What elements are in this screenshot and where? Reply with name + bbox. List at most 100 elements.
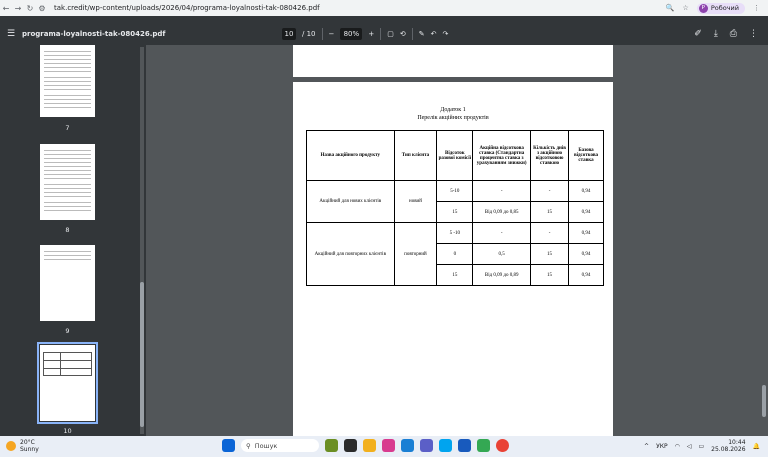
table-cell: 15 <box>530 264 570 286</box>
zoom-icon[interactable]: 🔍 <box>666 4 675 12</box>
start-icon[interactable] <box>222 439 235 452</box>
client-type-cell: новий <box>393 180 438 223</box>
widget-app-icon[interactable] <box>325 439 338 452</box>
products-table: Назва акційного продукту Тип клієнта Від… <box>306 130 604 286</box>
site-info-icon[interactable]: ⚙ <box>36 4 48 13</box>
header-cell: Назва акційного продукту <box>306 130 395 181</box>
divider <box>380 28 382 40</box>
table-cell: Від 0,09 до 0,89 <box>472 264 532 286</box>
table-cell: - <box>530 222 570 244</box>
language-indicator[interactable]: УКР <box>656 443 668 450</box>
table-cell: 0,94 <box>568 243 604 265</box>
undo-icon[interactable]: ↶ <box>431 30 437 38</box>
table-cell: Від 0,09 до 0,85 <box>472 201 532 223</box>
profile-button[interactable]: Р Робочий <box>696 2 745 14</box>
list-title: Перелік акційних продуктів <box>417 115 489 121</box>
back-icon[interactable]: ← <box>0 4 12 13</box>
table-cell: 15 <box>436 201 474 223</box>
header-cell: Тип клієнта <box>393 130 438 181</box>
thumbnail-page-10[interactable] <box>37 342 98 424</box>
thumbnail-page-8[interactable] <box>40 144 95 220</box>
url-domain: tak.credit <box>54 4 88 12</box>
system-tray: ^ УКР ◠ ◁ ▭ 10:44 25.08.2026 🔔 <box>644 439 760 453</box>
address-bar: ← → ↻ ⚙ tak.credit/wp-content/uploads/20… <box>0 0 768 16</box>
search-placeholder: Пошук <box>254 441 278 450</box>
bar-divider <box>0 16 768 23</box>
rotate-icon[interactable]: ⟲ <box>400 30 406 38</box>
table-row: Акційний для нових клієнтів новий 5-10 -… <box>306 180 604 223</box>
table-cell: - <box>472 180 532 202</box>
download-icon[interactable]: ⤓ <box>714 29 718 39</box>
zoom-out-icon[interactable]: − <box>329 30 335 38</box>
document-scrollbar[interactable] <box>762 385 766 417</box>
file-explorer-icon[interactable] <box>363 439 376 452</box>
battery-icon[interactable]: ▭ <box>698 443 704 450</box>
table-cell: 0,5 <box>472 243 532 265</box>
notification-bell-icon[interactable]: 🔔 <box>753 443 760 450</box>
header-cell: Базова відсоткова ставка <box>568 130 604 181</box>
thumbnail-label: 9 <box>65 327 70 335</box>
table-cell: 0 <box>436 243 474 265</box>
fit-page-icon[interactable]: ▢ <box>387 30 394 38</box>
document-viewer: Додаток 1 Перелік акційних продуктів Наз… <box>146 45 768 436</box>
taskbar: 20°C Sunny ⚲ Пошук ^ УКР ◠ ◁ ▭ 10:44 25.… <box>0 436 768 457</box>
wifi-icon[interactable]: ◠ <box>675 443 680 450</box>
edit-icon[interactable]: ✐ <box>694 29 702 39</box>
time: 10:44 <box>728 439 746 446</box>
pdf-toolbar: ☰ programa-loyalnosti-tak-080426.pdf 10 … <box>0 23 768 45</box>
thumbnail-label: 10 <box>63 427 72 435</box>
copilot-icon[interactable] <box>382 439 395 452</box>
chrome-icon[interactable] <box>496 439 509 452</box>
divider <box>411 28 413 40</box>
table-row: Акційний для повторних клієнтів повторни… <box>306 222 604 286</box>
volume-icon[interactable]: ◁ <box>687 443 692 450</box>
table-cell: 0,94 <box>568 180 604 202</box>
url-path: /wp-content/uploads/2026/04/programa-loy… <box>87 4 320 12</box>
page-total: / 10 <box>302 30 316 38</box>
forward-icon[interactable]: → <box>12 4 24 13</box>
temperature: 20°C <box>20 439 35 446</box>
thumbnail-sidebar: 7 8 9 10 <box>0 45 146 436</box>
more-options-icon[interactable]: ⋮ <box>749 29 758 39</box>
product-name-cell: Акційний для нових клієнтів <box>306 180 395 223</box>
table-header-row: Назва акційного продукту Тип клієнта Від… <box>306 130 604 181</box>
table-cell: - <box>530 180 570 202</box>
table-cell: 0,94 <box>568 222 604 244</box>
print-icon[interactable]: ⎙ <box>730 29 737 39</box>
green-app-icon[interactable] <box>477 439 490 452</box>
edge-icon[interactable] <box>401 439 414 452</box>
header-cell: Кількість днів з акційною відсотковою ст… <box>530 130 570 181</box>
chevron-up-icon[interactable]: ^ <box>644 443 649 450</box>
store-icon[interactable] <box>439 439 452 452</box>
taskbar-search[interactable]: ⚲ Пошук <box>241 439 319 452</box>
url-field[interactable]: tak.credit/wp-content/uploads/2026/04/pr… <box>54 4 666 12</box>
reload-icon[interactable]: ↻ <box>24 4 36 13</box>
word-icon[interactable] <box>458 439 471 452</box>
table-cell: 15 <box>436 264 474 286</box>
pdf-page: Додаток 1 Перелік акційних продуктів Наз… <box>293 82 613 436</box>
annotate-icon[interactable]: ✎ <box>419 30 425 38</box>
header-cell: Акційна відсоткова ставка (Стандартна пр… <box>472 130 532 181</box>
search-icon: ⚲ <box>246 441 251 450</box>
task-view-icon[interactable] <box>344 439 357 452</box>
thumbnail-label: 8 <box>65 226 70 234</box>
profile-name: Робочий <box>710 4 739 12</box>
page-number-input[interactable]: 10 <box>282 28 296 40</box>
zoom-input[interactable]: 80% <box>340 28 363 40</box>
clock[interactable]: 10:44 25.08.2026 <box>711 439 745 453</box>
weather-condition: Sunny <box>20 446 39 453</box>
table-cell: 0,94 <box>568 264 604 286</box>
pdf-file-name: programa-loyalnosti-tak-080426.pdf <box>22 30 166 38</box>
sidebar-scrollbar[interactable] <box>140 47 144 434</box>
zoom-in-icon[interactable]: + <box>368 30 374 38</box>
redo-icon[interactable]: ↷ <box>443 30 449 38</box>
bookmark-star-icon[interactable]: ☆ <box>683 4 689 12</box>
teams-icon[interactable] <box>420 439 433 452</box>
date: 25.08.2026 <box>711 446 746 453</box>
thumbnail-page-7[interactable] <box>40 45 95 117</box>
more-menu-icon[interactable]: ⋮ <box>753 4 760 12</box>
product-name-cell: Акційний для повторних клієнтів <box>306 222 395 286</box>
thumbnail-page-9[interactable] <box>40 245 95 321</box>
menu-icon[interactable]: ☰ <box>0 29 22 39</box>
weather-widget[interactable]: 20°C Sunny <box>6 439 39 453</box>
